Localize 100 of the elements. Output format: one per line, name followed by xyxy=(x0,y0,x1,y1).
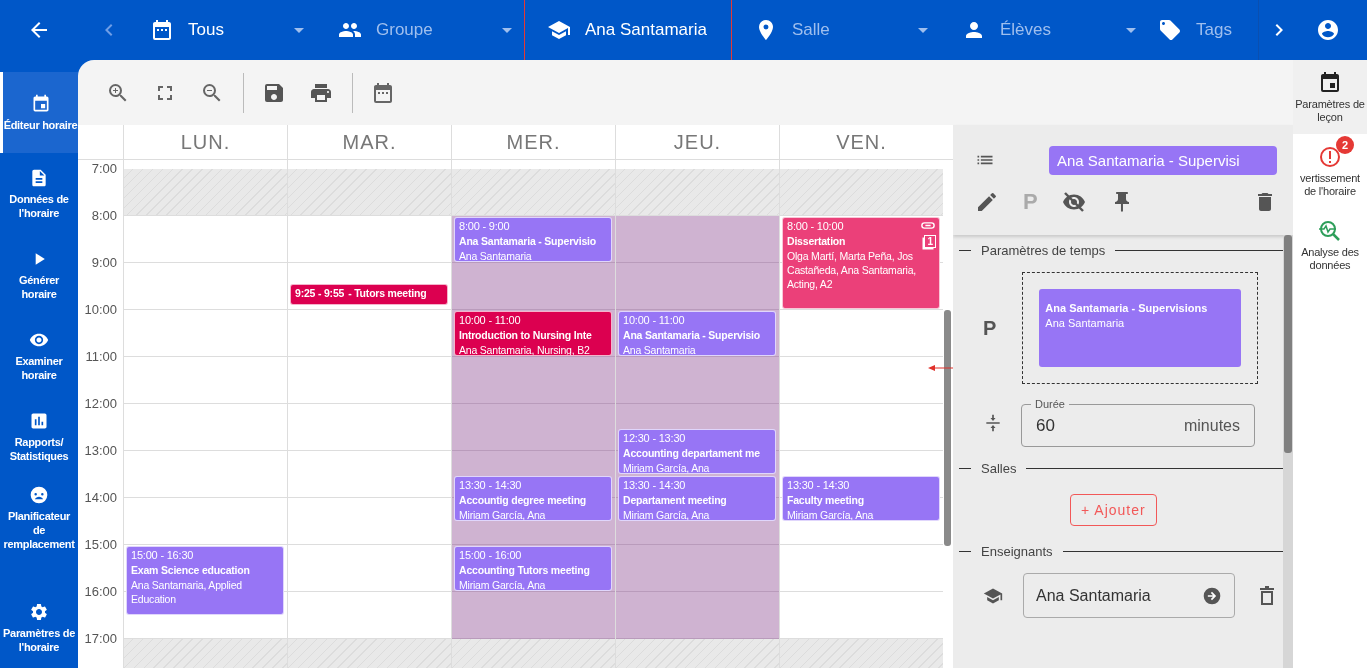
filter-dropdown[interactable]: Groupe xyxy=(316,0,524,60)
sidebar-item[interactable]: Paramètres de l'horaire xyxy=(0,587,78,668)
hour-label: 10:00 xyxy=(84,303,117,317)
count-badge: 2 xyxy=(1336,135,1354,154)
sidebar-item[interactable]: Rapports/ Statistiques xyxy=(0,396,78,477)
sidebar-item[interactable]: Examiner horaire xyxy=(0,315,78,396)
event-time: 15:00 - 16:30 xyxy=(131,548,195,563)
event-details: Ana Santamaria xyxy=(623,343,697,355)
event-details: Olga Martí, Marta Peña, Jos Castañeda, Ana Santamaria, Acting, A2 xyxy=(787,249,918,291)
event-title: Departament meeting xyxy=(623,492,728,508)
event-title: Faculty meeting xyxy=(787,492,865,508)
sidebar-item[interactable]: Éditeur horaire xyxy=(0,72,78,153)
arrow-circle-icon[interactable] xyxy=(1202,585,1222,606)
settings-icon xyxy=(29,601,49,622)
lesson-event[interactable]: 8:00 - 9:00 Ana Santamaria - Supervisio Ana Santamaria xyxy=(454,217,612,262)
event-time: 9:25 - 9:55 xyxy=(295,285,345,301)
rail-item[interactable]: 2 vertissement de l'horaire xyxy=(1293,134,1367,208)
event-time: 13:30 - 14:30 xyxy=(787,477,851,493)
account-icon[interactable] xyxy=(1315,18,1340,42)
event-title: Introduction to Nursing Inte xyxy=(459,328,593,343)
hour-label: 17:00 xyxy=(84,632,117,646)
day-header: JEU. xyxy=(615,125,779,159)
event-title: - Tutors meeting xyxy=(348,285,427,301)
section-title: Enseignants xyxy=(981,544,1053,559)
lesson-event[interactable]: 12:30 - 13:30 Accounting departament me Miriam García, Ana xyxy=(618,428,776,474)
day-header: LUN. xyxy=(123,125,287,159)
warning-icon xyxy=(1318,144,1342,169)
filter-dropdown[interactable]: Tags xyxy=(1148,0,1258,60)
event-time: 15:00 - 16:00 xyxy=(459,548,523,563)
lesson-event[interactable]: 15:00 - 16:00 Accounting Tutors meeting Miriam García, Ana xyxy=(454,546,612,591)
caret-icon xyxy=(502,27,512,33)
scrollbar[interactable] xyxy=(944,310,951,546)
sidebar-item[interactable]: Planificateur de remplacement xyxy=(0,477,78,558)
day-header: VEN. xyxy=(779,125,943,159)
face-icon xyxy=(29,484,49,505)
day-header: MAR. xyxy=(287,125,451,159)
caret-icon xyxy=(918,27,928,33)
copies-badge: 1 xyxy=(924,235,936,248)
event-title: Dissertation xyxy=(787,234,847,249)
caret-icon xyxy=(294,27,304,33)
filter-dropdown[interactable]: Élèves xyxy=(940,0,1148,60)
hour-label: 7:00 xyxy=(91,162,117,176)
teacher-field[interactable]: Ana Santamaria xyxy=(1023,573,1235,618)
event-time: 10:00 - 11:00 xyxy=(623,313,686,328)
unit-label: minutes xyxy=(1183,416,1240,435)
event-details: Miriam García, Ana xyxy=(623,460,711,473)
hour-label: 16:00 xyxy=(84,585,117,599)
event-title: Ana Santamaria - Supervisio xyxy=(459,234,597,249)
section-title: Paramètres de temps xyxy=(981,243,1106,258)
magnifier-pulse-icon xyxy=(1318,218,1342,243)
event-title: Exam Science education xyxy=(131,563,251,578)
event-time: 10:00 - 11:00 xyxy=(459,313,522,328)
hour-label: 11:00 xyxy=(85,350,117,364)
event-time: 13:30 - 14:30 xyxy=(623,477,687,493)
sidebar-item[interactable]: Générer horaire xyxy=(0,234,78,315)
event-details: Miriam García, Ana xyxy=(787,507,875,520)
lesson-card-teacher: Ana Santamaria xyxy=(1045,316,1126,331)
eye-off-icon[interactable] xyxy=(1061,189,1086,214)
graduation-cap-icon xyxy=(547,18,571,42)
event-time: 13:30 - 14:30 xyxy=(459,477,523,493)
lesson-event[interactable]: 13:30 - 14:30 Accountig degree meeting Miriam García, Ana xyxy=(454,475,612,521)
field-label: Durée xyxy=(1031,398,1069,410)
scrollbar[interactable] xyxy=(1284,235,1292,453)
calendar-icon xyxy=(1318,70,1342,95)
event-details: Ana Santamaria, Applied Education xyxy=(131,578,243,606)
rail-item[interactable]: Paramètres de leçon xyxy=(1293,60,1367,134)
add-button[interactable]: + Ajouter xyxy=(1070,494,1157,526)
lesson-event[interactable]: 10:00 - 11:00 Ana Santamaria - Supervisio Ana Santamaria xyxy=(618,311,776,356)
hour-label: 9:00 xyxy=(91,256,117,270)
day-header: MER. xyxy=(451,125,615,159)
rail-item[interactable]: Analyse des données xyxy=(1293,208,1367,282)
lesson-event[interactable]: 15:00 - 16:30 Exam Science education Ana Santamaria, Applied Education xyxy=(126,546,284,615)
hour-label: 15:00 xyxy=(84,538,117,552)
lesson-card[interactable]: Ana Santamaria - Supervisions Ana Santamaria xyxy=(1039,289,1242,367)
sidebar-item[interactable]: Données de l'horaire xyxy=(0,153,78,234)
filter-dropdown[interactable]: Salle xyxy=(732,0,940,60)
hour-label: 13:00 xyxy=(84,444,117,458)
event-time: 12:30 - 13:30 xyxy=(623,430,687,446)
calendar-icon xyxy=(150,18,174,42)
lesson-event[interactable]: 9:25 - 9:55 - Tutors meeting xyxy=(290,283,448,306)
lesson-event[interactable]: 13:30 - 14:30 Faculty meeting Miriam García, Ana xyxy=(782,475,940,521)
filter-dropdown[interactable]: Tous xyxy=(140,0,316,60)
event-title: Accounting departament me xyxy=(623,445,761,461)
event-title: Accountig degree meeting xyxy=(459,492,588,508)
event-title: Accounting Tutors meeting xyxy=(459,563,591,578)
event-details: Miriam García, Ana xyxy=(459,507,547,520)
lesson-event[interactable]: 13:30 - 14:30 Departament meeting Miriam García, Ana xyxy=(618,475,776,521)
tag-icon xyxy=(1158,18,1182,42)
hour-label: 14:00 xyxy=(84,491,117,505)
lesson-title: Ana Santamaria - Supervisi xyxy=(1049,145,1277,175)
section-title: Salles xyxy=(981,461,1017,476)
pin-letter: P xyxy=(983,316,997,340)
event-time: 8:00 - 9:00 xyxy=(459,219,511,234)
hour-label: 12:00 xyxy=(84,397,117,411)
lesson-event[interactable]: 8:00 - 10:00 Dissertation Olga Martí, Marta Peña, Jos Castañeda, Ana Santamaria, Acting, A2 1 xyxy=(782,217,940,309)
lesson-card-title: Ana Santamaria - Supervisions xyxy=(1045,301,1209,316)
document-icon xyxy=(29,167,49,188)
compress-icon xyxy=(983,412,1003,433)
event-details: Ana Santamaria xyxy=(459,249,533,261)
calendar-icon[interactable] xyxy=(371,80,395,105)
